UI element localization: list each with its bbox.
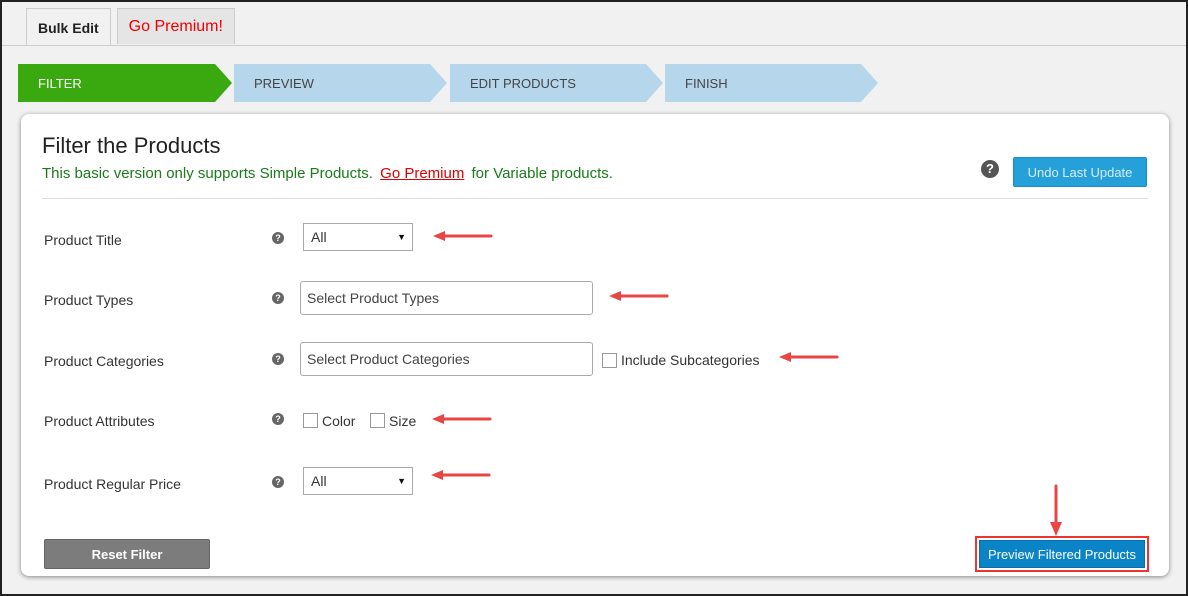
panel-title: Filter the Products xyxy=(42,133,221,158)
undo-last-update-button[interactable]: Undo Last Update xyxy=(1013,157,1147,187)
size-label: Size xyxy=(389,413,417,429)
step-edit-products[interactable]: EDIT PRODUCTS xyxy=(450,64,663,102)
reset-filter-button[interactable]: Reset Filter xyxy=(44,539,210,569)
include-subcategories-checkbox[interactable] xyxy=(602,353,617,368)
dropdown-caret-icon: ▼ xyxy=(397,232,406,242)
annotation-arrow-icon xyxy=(432,414,492,424)
help-icon[interactable]: ? xyxy=(981,160,999,178)
filter-row-product-regular-price: Product Regular Price ? All ▼ xyxy=(21,467,1169,501)
tab-bulk-edit[interactable]: Bulk Edit xyxy=(26,8,111,46)
filter-row-product-title: Product Title ? All ▼ xyxy=(21,223,1169,257)
product-regular-price-select[interactable]: All ▼ xyxy=(303,467,413,495)
product-title-label: Product Title xyxy=(44,232,122,248)
go-premium-link[interactable]: Go Premium xyxy=(380,165,464,182)
annotation-arrow-icon xyxy=(609,291,669,301)
step-filter[interactable]: FILTER xyxy=(18,64,232,102)
step-finish[interactable]: FINISH xyxy=(665,64,878,102)
step-preview[interactable]: PREVIEW xyxy=(234,64,447,102)
annotation-arrow-down-icon xyxy=(1050,484,1062,536)
tab-bar: Bulk Edit Go Premium! xyxy=(26,8,235,46)
color-label: Color xyxy=(322,413,356,429)
product-regular-price-selected: All xyxy=(311,473,327,489)
filter-panel: Filter the Products This basic version o… xyxy=(21,114,1169,576)
notice-text-after: for Variable products. xyxy=(471,165,613,182)
dropdown-caret-icon: ▼ xyxy=(397,476,406,486)
product-title-select[interactable]: All ▼ xyxy=(303,223,413,251)
product-regular-price-label: Product Regular Price xyxy=(44,476,181,492)
tab-divider xyxy=(2,45,1186,46)
annotation-arrow-icon xyxy=(433,231,493,241)
product-types-label: Product Types xyxy=(44,292,134,308)
product-categories-input[interactable]: Select Product Categories xyxy=(300,342,593,376)
include-subcategories-label: Include Subcategories xyxy=(621,352,760,368)
help-icon[interactable]: ? xyxy=(272,476,284,488)
annotation-arrow-icon xyxy=(431,470,491,480)
basic-version-notice: This basic version only supports Simple … xyxy=(42,165,613,182)
help-icon[interactable]: ? xyxy=(272,232,284,244)
notice-text-before: This basic version only supports Simple … xyxy=(42,165,373,182)
preview-filtered-products-button[interactable]: Preview Filtered Products xyxy=(975,536,1149,572)
product-categories-label: Product Categories xyxy=(44,353,164,369)
product-types-input[interactable]: Select Product Types xyxy=(300,281,593,315)
filter-row-product-types: Product Types ? Select Product Types xyxy=(21,281,1169,315)
filter-row-product-categories: Product Categories ? Select Product Cate… xyxy=(21,342,1169,376)
color-checkbox[interactable] xyxy=(303,413,318,428)
divider xyxy=(42,198,1148,199)
tab-go-premium[interactable]: Go Premium! xyxy=(116,8,235,44)
filter-row-product-attributes: Product Attributes ? Color Size xyxy=(21,403,1169,437)
help-icon[interactable]: ? xyxy=(272,413,284,425)
annotation-arrow-icon xyxy=(779,352,839,362)
product-attributes-label: Product Attributes xyxy=(44,413,155,429)
help-icon[interactable]: ? xyxy=(272,353,284,365)
preview-button-label: Preview Filtered Products xyxy=(979,540,1145,568)
product-title-selected: All xyxy=(311,229,327,245)
help-icon[interactable]: ? xyxy=(272,292,284,304)
size-checkbox[interactable] xyxy=(370,413,385,428)
